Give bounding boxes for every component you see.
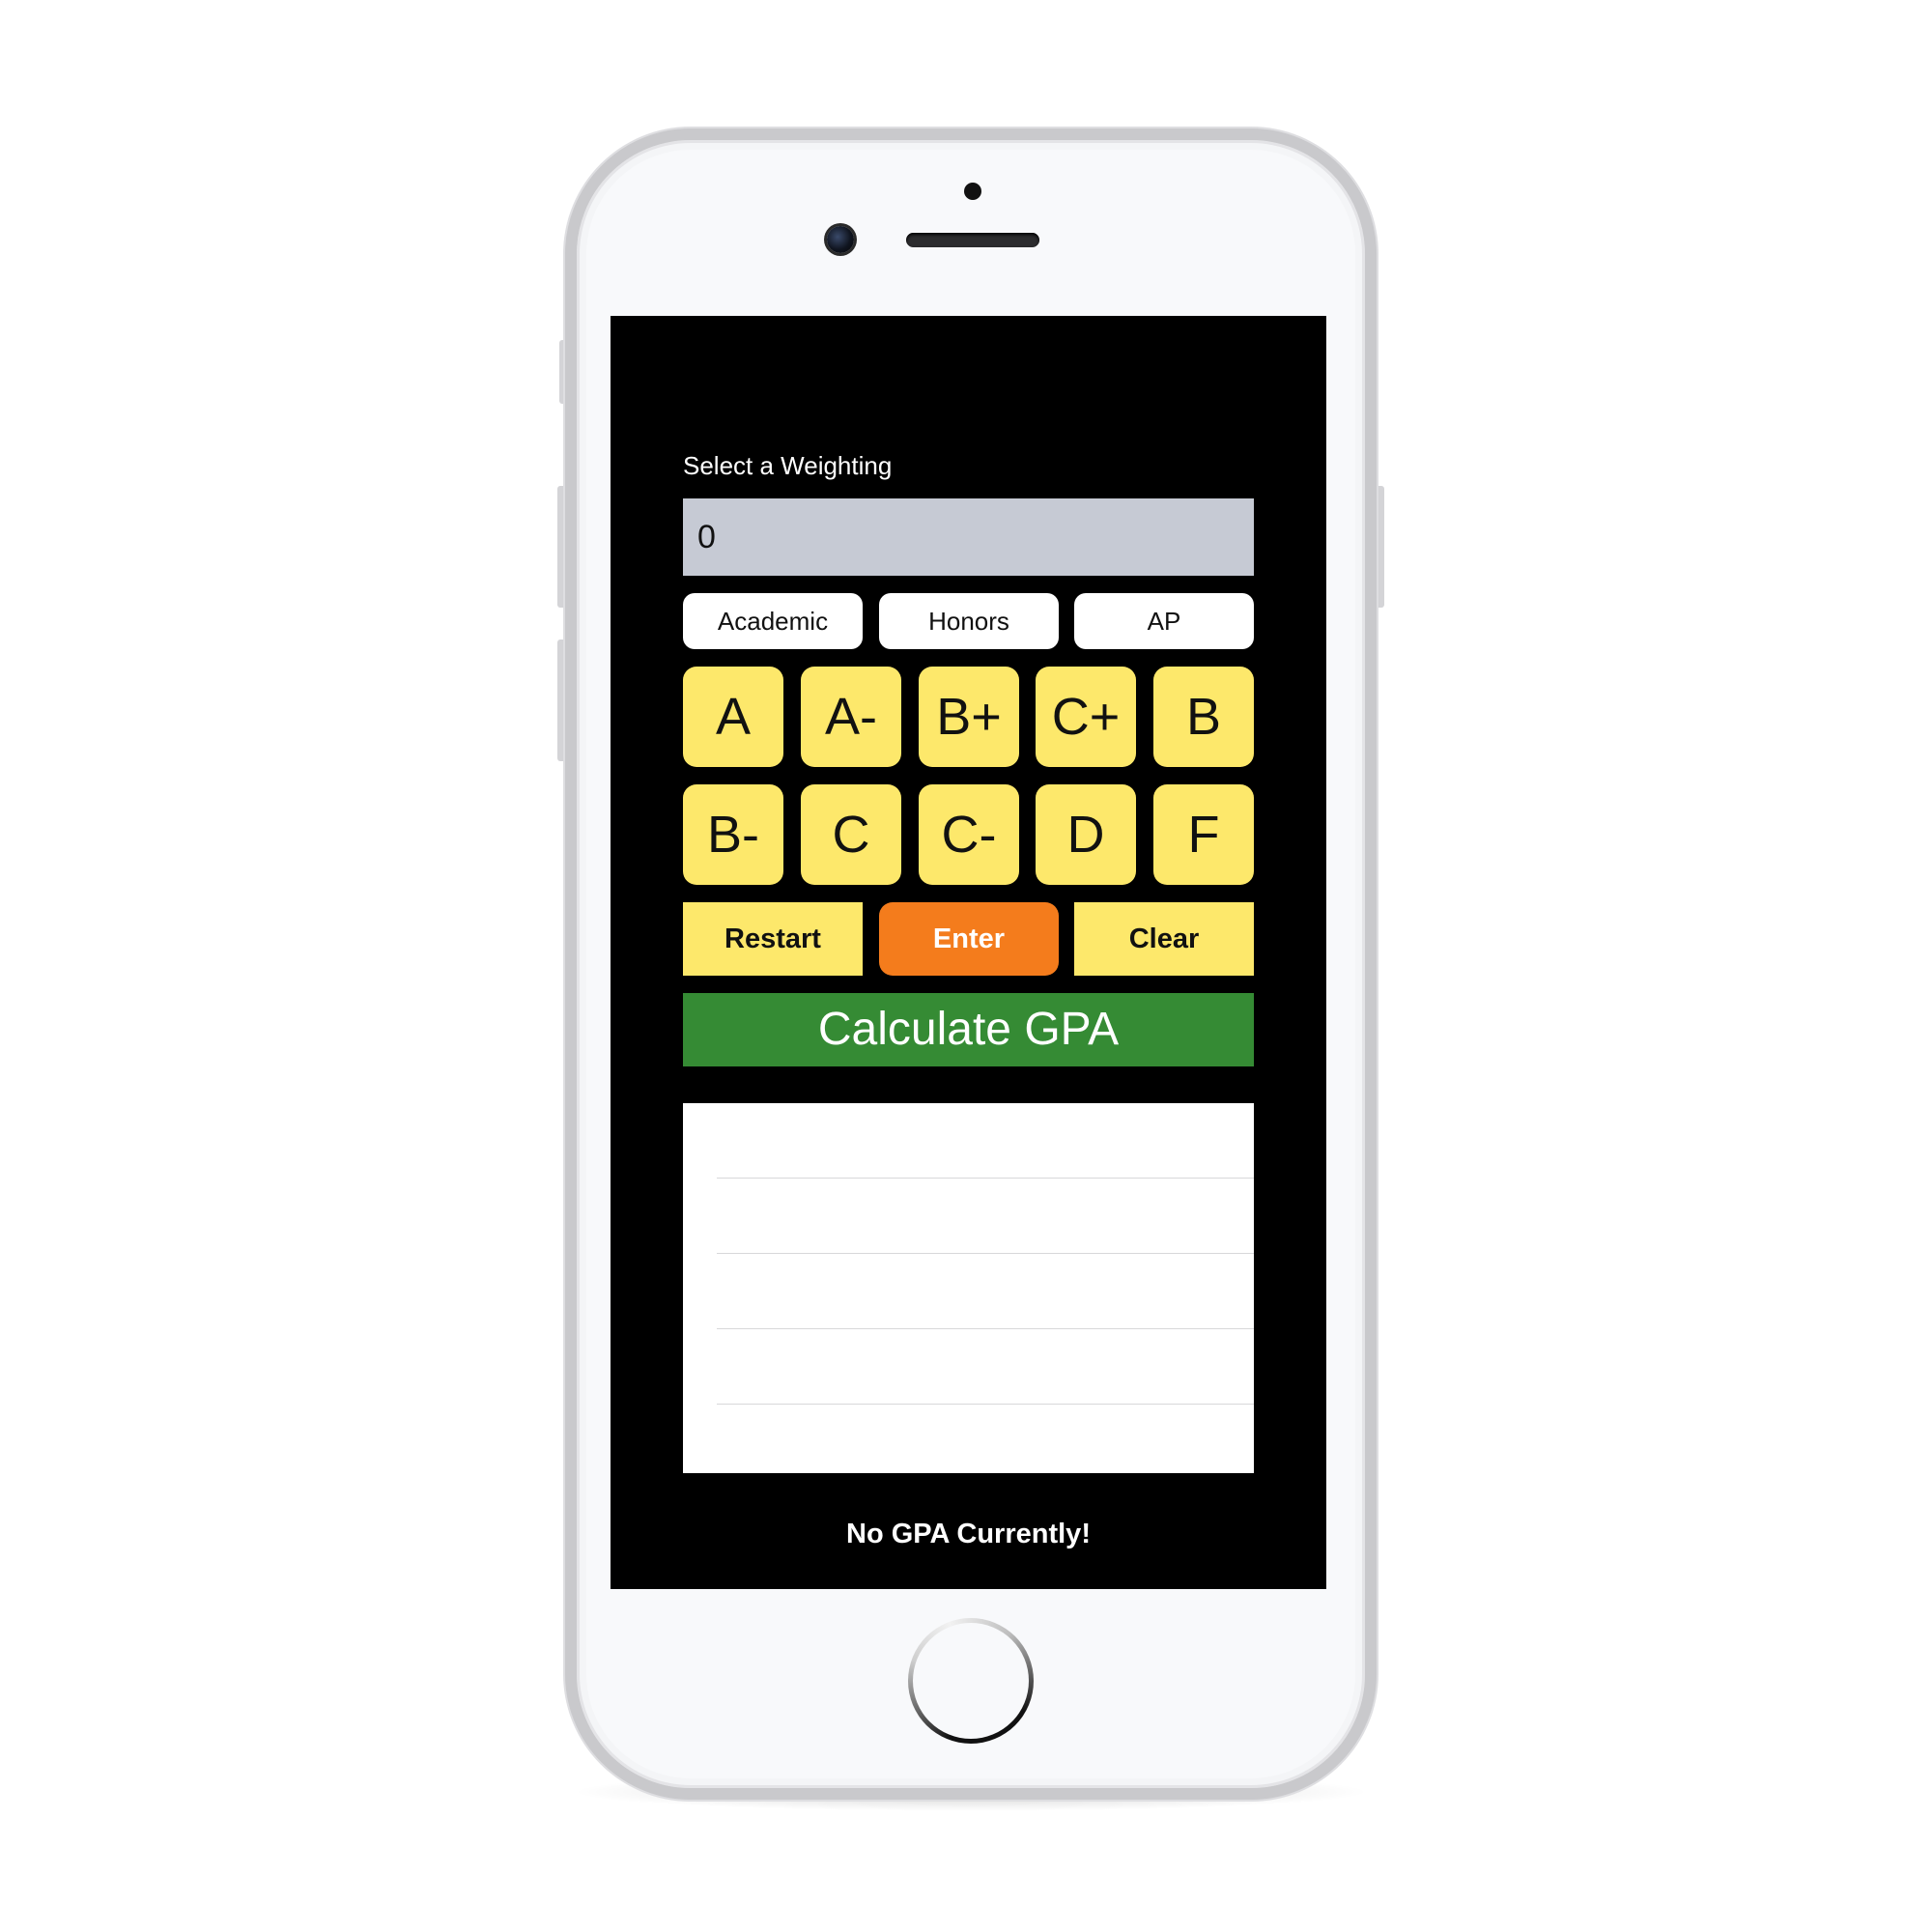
grade-b-plus-button[interactable]: B+ <box>919 667 1019 767</box>
grade-a-minus-button[interactable]: A- <box>801 667 901 767</box>
grade-b-minus-button[interactable]: B- <box>683 784 783 885</box>
grade-c-minus-button[interactable]: C- <box>919 784 1019 885</box>
gpa-status-label: No GPA Currently! <box>846 1519 1091 1549</box>
table-row[interactable] <box>683 1254 1254 1329</box>
grades-table[interactable] <box>683 1103 1254 1473</box>
grade-c-button[interactable]: C <box>801 784 901 885</box>
table-row[interactable] <box>683 1103 1254 1179</box>
home-button[interactable] <box>908 1618 1034 1744</box>
ap-button[interactable]: AP <box>1074 593 1254 649</box>
front-camera-icon <box>827 226 854 253</box>
restart-button[interactable]: Restart <box>683 902 863 976</box>
grade-f-button[interactable]: F <box>1153 784 1254 885</box>
grade-d-button[interactable]: D <box>1036 784 1136 885</box>
table-row[interactable] <box>683 1329 1254 1405</box>
grade-b-button[interactable]: B <box>1153 667 1254 767</box>
earpiece-speaker <box>906 233 1039 247</box>
clear-button[interactable]: Clear <box>1074 902 1254 976</box>
enter-button[interactable]: Enter <box>879 902 1059 976</box>
table-row[interactable] <box>683 1179 1254 1254</box>
weighting-field[interactable]: 0 <box>683 498 1254 576</box>
grade-c-plus-button[interactable]: C+ <box>1036 667 1136 767</box>
calculate-gpa-button[interactable]: Calculate GPA <box>683 993 1254 1066</box>
weighting-label: Select a Weighting <box>683 451 893 480</box>
proximity-sensor <box>964 183 981 200</box>
device-mockup: Select a Weighting 0 Academic Honors AP … <box>0 0 1932 1932</box>
table-row[interactable] <box>683 1405 1254 1473</box>
academic-button[interactable]: Academic <box>683 593 863 649</box>
grade-a-button[interactable]: A <box>683 667 783 767</box>
honors-button[interactable]: Honors <box>879 593 1059 649</box>
